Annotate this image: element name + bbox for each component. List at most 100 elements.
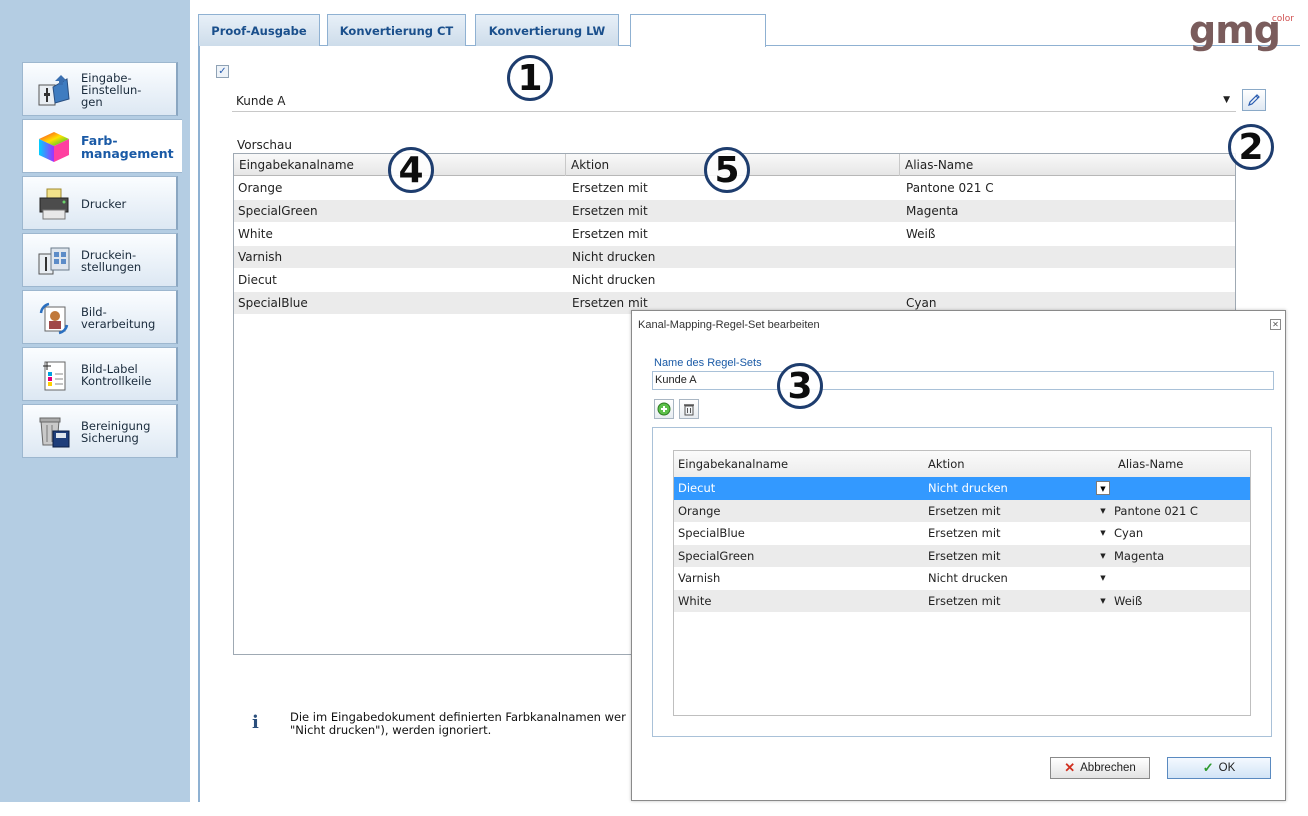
cell-channel-name: Orange (238, 181, 283, 195)
ok-button[interactable]: ✓ OK (1167, 757, 1271, 779)
sidebar: Eingabe- Einstellun- gen Farb- managemen… (0, 0, 190, 802)
table-row[interactable]: Varnish Nicht drucken (234, 246, 1235, 268)
chevron-down-icon[interactable]: ▼ (1096, 526, 1110, 540)
chevron-down-icon[interactable]: ▼ (1096, 549, 1110, 563)
cell-alias-name: Cyan (1114, 526, 1144, 540)
tab-conversion-lw[interactable]: Konvertierung LW (475, 14, 619, 46)
rule-set-name-input[interactable]: Kunde A (652, 371, 1274, 390)
chevron-down-icon[interactable]: ▼ (1096, 594, 1110, 608)
table-row[interactable]: White Ersetzen mit ▼ Weiß (674, 589, 1250, 612)
dialog-title: Kanal-Mapping-Regel-Set bearbeiten (638, 319, 820, 331)
cell-action: Nicht drucken (572, 250, 656, 264)
sidebar-item-printer[interactable]: Drucker (22, 176, 178, 230)
tab-label: Proof-Ausgabe (211, 23, 307, 38)
chevron-down-icon[interactable]: ▼ (1096, 571, 1110, 585)
cell-action: Ersetzen mit (572, 204, 648, 218)
sidebar-item-print-settings[interactable]: Druckein- stellungen (22, 233, 178, 287)
cell-action: Ersetzen mit (572, 181, 648, 195)
cell-action: Ersetzen mit (928, 526, 1001, 540)
column-header-alias-name[interactable]: Alias-Name (1114, 451, 1183, 477)
tab-conversion-ct[interactable]: Konvertierung CT (327, 14, 466, 46)
column-header-alias-name[interactable]: Alias-Name (900, 154, 1235, 176)
column-header-channel-name[interactable]: Eingabekanalname (674, 451, 788, 477)
callout-marker-4: 4 (388, 147, 434, 193)
rules-table: Eingabekanalname Aktion Alias-Name Diecu… (673, 450, 1251, 716)
table-row[interactable]: Varnish Nicht drucken ▼ (674, 567, 1250, 590)
print-settings-icon (38, 247, 70, 275)
cell-alias-name: Magenta (1114, 548, 1165, 563)
sidebar-item-label: Druckein- stellungen (81, 248, 142, 274)
sidebar-item-color-management[interactable]: Farb- management (22, 119, 182, 173)
sidebar-item-image-processing[interactable]: Bild- verarbeitung (22, 290, 178, 344)
cell-action: Ersetzen mit (928, 503, 1001, 518)
tab-proof-output[interactable]: Proof-Ausgabe (198, 14, 320, 46)
image-processing-icon (39, 302, 69, 335)
gmg-logo-sub: color (1271, 14, 1294, 24)
rule-set-select[interactable]: Kunde A ▼ (232, 88, 1236, 112)
pencil-icon (1248, 94, 1260, 106)
table-row[interactable]: White Ersetzen mit Weiß (234, 223, 1235, 245)
sidebar-nav: Eingabe- Einstellun- gen Farb- managemen… (22, 62, 182, 461)
sidebar-item-cleanup-backup[interactable]: Bereinigung Sicherung (22, 404, 178, 458)
callout-marker-5: 5 (704, 147, 750, 193)
rules-table-header: Eingabekanalname Aktion Alias-Name (674, 451, 1250, 477)
dialog-titlebar[interactable]: Kanal-Mapping-Regel-Set bearbeiten ✕ (632, 311, 1285, 339)
cleanup-backup-icon (39, 417, 70, 448)
cell-channel-name: White (678, 593, 712, 608)
sidebar-item-label: Bereinigung Sicherung (81, 419, 151, 445)
column-header-action[interactable]: Aktion (924, 451, 965, 477)
sidebar-item-image-label[interactable]: Bild-Label Kontrollkeile (22, 347, 178, 401)
cell-action: Nicht drucken (572, 273, 656, 287)
cancel-button-label: Abbrechen (1080, 762, 1136, 774)
cell-alias-name: Weiß (1114, 593, 1143, 608)
cell-action: Nicht drucken (928, 571, 1008, 585)
tab-label: Konvertierung LW (488, 23, 606, 38)
chevron-down-icon: ▼ (1223, 95, 1230, 105)
table-row[interactable]: SpecialGreen Ersetzen mit ▼ Magenta (674, 544, 1250, 567)
sidebar-item-label: Eingabe- Einstellun- gen (81, 71, 142, 109)
cancel-button[interactable]: ✕ Abbrechen (1050, 757, 1150, 779)
chevron-down-icon[interactable]: ▼ (1096, 481, 1110, 495)
cell-channel-name: SpecialGreen (238, 204, 318, 218)
cell-action: Ersetzen mit (572, 227, 648, 241)
table-row[interactable]: Diecut Nicht drucken ▼ (674, 477, 1250, 500)
cell-channel-name: Varnish (238, 250, 283, 264)
chevron-down-icon[interactable]: ▼ (1096, 504, 1110, 518)
sidebar-item-label: Bild-Label Kontrollkeile (81, 362, 152, 388)
cell-action: Nicht drucken (928, 481, 1008, 495)
preview-label: Vorschau (237, 138, 292, 152)
tab-channel-mapping[interactable] (630, 14, 766, 47)
tab-label: Konvertierung CT (339, 23, 454, 38)
cell-channel-name: SpecialGreen (678, 548, 755, 563)
close-icon[interactable]: ✕ (1270, 319, 1281, 330)
info-icon: i (252, 712, 259, 733)
edit-rule-set-button[interactable] (1242, 89, 1266, 111)
table-row[interactable]: SpecialBlue Ersetzen mit ▼ Cyan (674, 522, 1250, 545)
table-row[interactable]: Orange Ersetzen mit ▼ Pantone 021 C (674, 499, 1250, 522)
add-rule-button[interactable] (654, 399, 674, 419)
delete-rule-button[interactable] (679, 399, 699, 419)
cell-alias-name: Pantone 021 C (1114, 503, 1198, 518)
rules-panel: Eingabekanalname Aktion Alias-Name Diecu… (652, 427, 1272, 737)
enable-checkbox[interactable]: ✓ (216, 65, 229, 78)
callout-marker-2: 2 (1228, 124, 1274, 170)
cell-alias-name: Pantone 021 C (906, 181, 994, 195)
cell-channel-name: Varnish (678, 571, 721, 585)
ok-button-label: OK (1218, 762, 1236, 774)
sidebar-item-input-settings[interactable]: Eingabe- Einstellun- gen (22, 62, 178, 116)
table-row[interactable]: Diecut Nicht drucken (234, 269, 1235, 291)
printer-icon (39, 188, 69, 220)
cell-alias-name: Weiß (906, 227, 936, 241)
callout-marker-3: 3 (777, 363, 823, 409)
cell-channel-name: Diecut (238, 273, 277, 287)
table-row[interactable]: SpecialGreen Ersetzen mit Magenta (234, 200, 1235, 222)
color-cube-icon (39, 132, 69, 162)
sidebar-item-label: Drucker (81, 197, 127, 211)
close-icon: ✕ (1064, 760, 1076, 775)
rule-set-name-label: Name des Regel-Sets (654, 357, 762, 369)
cell-channel-name: White (238, 227, 273, 241)
sidebar-item-label: Farb- management (81, 133, 174, 161)
cell-channel-name: SpecialBlue (238, 296, 308, 310)
tab-bar: Proof-Ausgabe Konvertierung CT Konvertie… (198, 0, 1308, 52)
cell-channel-name: Orange (678, 503, 721, 518)
